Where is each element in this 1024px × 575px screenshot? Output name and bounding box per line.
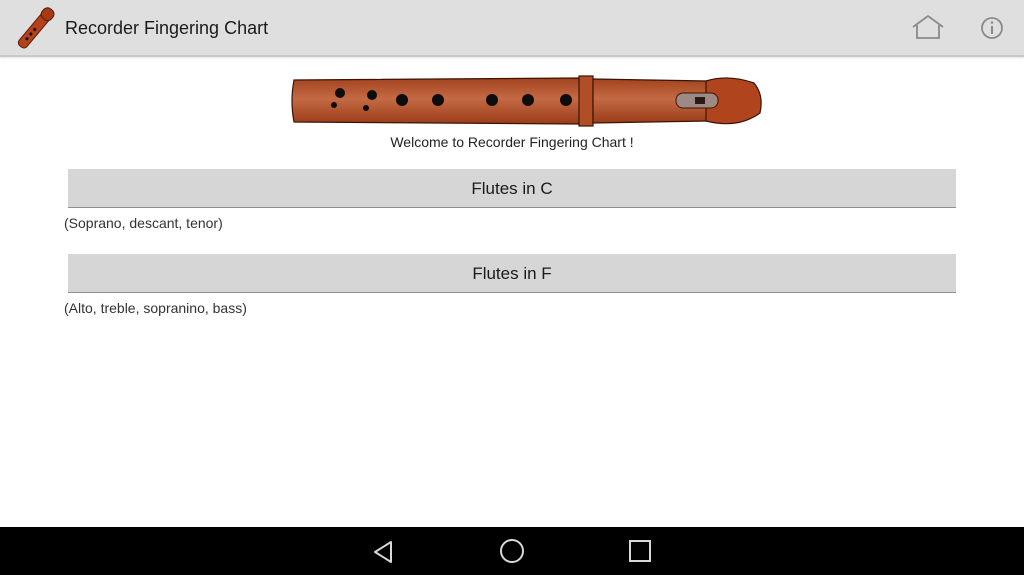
app-title: Recorder Fingering Chart xyxy=(65,18,269,38)
nav-recents-button[interactable] xyxy=(625,537,655,567)
nav-home-button[interactable] xyxy=(497,537,527,567)
recorder-logo-icon xyxy=(10,3,62,53)
system-navigation-bar xyxy=(0,527,1024,575)
home-button[interactable] xyxy=(910,12,946,44)
home-circle-icon xyxy=(500,539,524,563)
back-triangle-icon xyxy=(374,541,392,563)
flutes-in-c-subtitle: (Soprano, descant, tenor) xyxy=(64,215,223,231)
welcome-text: Welcome to Recorder Fingering Chart ! xyxy=(390,134,634,150)
flutes-in-c-button[interactable]: Flutes in C xyxy=(68,169,956,208)
recents-square-icon xyxy=(629,540,651,562)
home-icon xyxy=(912,14,944,39)
recorder-illustration xyxy=(288,73,766,129)
info-button[interactable] xyxy=(977,13,1007,43)
flutes-in-f-button[interactable]: Flutes in F xyxy=(68,254,956,293)
flutes-in-f-subtitle: (Alto, treble, sopranino, bass) xyxy=(64,300,247,316)
info-icon xyxy=(981,17,1003,39)
action-bar: Recorder Fingering Chart xyxy=(0,0,1024,57)
app-screen: Recorder Fingering Chart Welcome to Reco… xyxy=(0,0,1024,575)
nav-back-button[interactable] xyxy=(369,537,399,567)
